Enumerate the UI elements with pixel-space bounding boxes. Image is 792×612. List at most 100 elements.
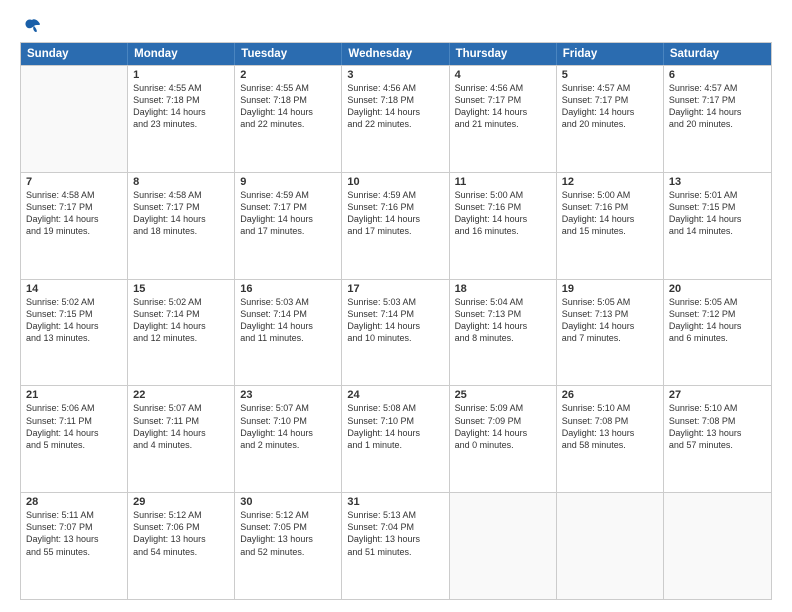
calendar-cell: 10Sunrise: 4:59 AM Sunset: 7:16 PM Dayli… <box>342 173 449 279</box>
weekday-header: Monday <box>128 43 235 65</box>
calendar-row: 14Sunrise: 5:02 AM Sunset: 7:15 PM Dayli… <box>21 279 771 386</box>
calendar-body: 1Sunrise: 4:55 AM Sunset: 7:18 PM Daylig… <box>21 65 771 599</box>
day-number: 20 <box>669 283 766 295</box>
cell-info: Sunrise: 5:02 AM Sunset: 7:15 PM Dayligh… <box>26 296 122 345</box>
calendar-row: 1Sunrise: 4:55 AM Sunset: 7:18 PM Daylig… <box>21 65 771 172</box>
day-number: 16 <box>240 283 336 295</box>
cell-info: Sunrise: 5:03 AM Sunset: 7:14 PM Dayligh… <box>240 296 336 345</box>
calendar: SundayMondayTuesdayWednesdayThursdayFrid… <box>20 42 772 600</box>
cell-info: Sunrise: 5:07 AM Sunset: 7:10 PM Dayligh… <box>240 402 336 451</box>
cell-info: Sunrise: 4:58 AM Sunset: 7:17 PM Dayligh… <box>133 189 229 238</box>
cell-info: Sunrise: 4:55 AM Sunset: 7:18 PM Dayligh… <box>240 82 336 131</box>
calendar-cell <box>21 66 128 172</box>
day-number: 21 <box>26 389 122 401</box>
weekday-header: Saturday <box>664 43 771 65</box>
calendar-cell: 18Sunrise: 5:04 AM Sunset: 7:13 PM Dayli… <box>450 280 557 386</box>
day-number: 15 <box>133 283 229 295</box>
cell-info: Sunrise: 4:56 AM Sunset: 7:18 PM Dayligh… <box>347 82 443 131</box>
day-number: 2 <box>240 69 336 81</box>
calendar-cell: 3Sunrise: 4:56 AM Sunset: 7:18 PM Daylig… <box>342 66 449 172</box>
day-number: 25 <box>455 389 551 401</box>
day-number: 10 <box>347 176 443 188</box>
cell-info: Sunrise: 5:13 AM Sunset: 7:04 PM Dayligh… <box>347 509 443 558</box>
cell-info: Sunrise: 5:00 AM Sunset: 7:16 PM Dayligh… <box>455 189 551 238</box>
day-number: 3 <box>347 69 443 81</box>
cell-info: Sunrise: 4:57 AM Sunset: 7:17 PM Dayligh… <box>562 82 658 131</box>
weekday-header: Sunday <box>21 43 128 65</box>
cell-info: Sunrise: 5:05 AM Sunset: 7:12 PM Dayligh… <box>669 296 766 345</box>
day-number: 26 <box>562 389 658 401</box>
cell-info: Sunrise: 4:59 AM Sunset: 7:17 PM Dayligh… <box>240 189 336 238</box>
calendar-cell: 9Sunrise: 4:59 AM Sunset: 7:17 PM Daylig… <box>235 173 342 279</box>
cell-info: Sunrise: 4:56 AM Sunset: 7:17 PM Dayligh… <box>455 82 551 131</box>
cell-info: Sunrise: 5:03 AM Sunset: 7:14 PM Dayligh… <box>347 296 443 345</box>
calendar-cell <box>664 493 771 599</box>
weekday-header: Thursday <box>450 43 557 65</box>
calendar-cell: 5Sunrise: 4:57 AM Sunset: 7:17 PM Daylig… <box>557 66 664 172</box>
calendar-cell: 17Sunrise: 5:03 AM Sunset: 7:14 PM Dayli… <box>342 280 449 386</box>
day-number: 22 <box>133 389 229 401</box>
calendar-cell: 22Sunrise: 5:07 AM Sunset: 7:11 PM Dayli… <box>128 386 235 492</box>
cell-info: Sunrise: 4:58 AM Sunset: 7:17 PM Dayligh… <box>26 189 122 238</box>
day-number: 5 <box>562 69 658 81</box>
logo-bird-icon <box>22 18 42 34</box>
cell-info: Sunrise: 5:12 AM Sunset: 7:05 PM Dayligh… <box>240 509 336 558</box>
header <box>20 18 772 34</box>
cell-info: Sunrise: 5:06 AM Sunset: 7:11 PM Dayligh… <box>26 402 122 451</box>
calendar-cell: 15Sunrise: 5:02 AM Sunset: 7:14 PM Dayli… <box>128 280 235 386</box>
calendar-cell: 13Sunrise: 5:01 AM Sunset: 7:15 PM Dayli… <box>664 173 771 279</box>
calendar-cell: 6Sunrise: 4:57 AM Sunset: 7:17 PM Daylig… <box>664 66 771 172</box>
calendar-cell: 11Sunrise: 5:00 AM Sunset: 7:16 PM Dayli… <box>450 173 557 279</box>
calendar-cell: 16Sunrise: 5:03 AM Sunset: 7:14 PM Dayli… <box>235 280 342 386</box>
calendar-row: 7Sunrise: 4:58 AM Sunset: 7:17 PM Daylig… <box>21 172 771 279</box>
calendar-cell: 27Sunrise: 5:10 AM Sunset: 7:08 PM Dayli… <box>664 386 771 492</box>
day-number: 29 <box>133 496 229 508</box>
cell-info: Sunrise: 5:02 AM Sunset: 7:14 PM Dayligh… <box>133 296 229 345</box>
calendar-cell: 29Sunrise: 5:12 AM Sunset: 7:06 PM Dayli… <box>128 493 235 599</box>
day-number: 17 <box>347 283 443 295</box>
calendar-header: SundayMondayTuesdayWednesdayThursdayFrid… <box>21 43 771 65</box>
calendar-cell <box>557 493 664 599</box>
calendar-cell: 31Sunrise: 5:13 AM Sunset: 7:04 PM Dayli… <box>342 493 449 599</box>
cell-info: Sunrise: 5:10 AM Sunset: 7:08 PM Dayligh… <box>562 402 658 451</box>
cell-info: Sunrise: 5:07 AM Sunset: 7:11 PM Dayligh… <box>133 402 229 451</box>
day-number: 9 <box>240 176 336 188</box>
calendar-cell: 25Sunrise: 5:09 AM Sunset: 7:09 PM Dayli… <box>450 386 557 492</box>
calendar-cell: 26Sunrise: 5:10 AM Sunset: 7:08 PM Dayli… <box>557 386 664 492</box>
day-number: 23 <box>240 389 336 401</box>
calendar-cell: 8Sunrise: 4:58 AM Sunset: 7:17 PM Daylig… <box>128 173 235 279</box>
day-number: 6 <box>669 69 766 81</box>
logo <box>20 18 42 34</box>
day-number: 13 <box>669 176 766 188</box>
day-number: 30 <box>240 496 336 508</box>
cell-info: Sunrise: 5:05 AM Sunset: 7:13 PM Dayligh… <box>562 296 658 345</box>
calendar-cell: 23Sunrise: 5:07 AM Sunset: 7:10 PM Dayli… <box>235 386 342 492</box>
cell-info: Sunrise: 5:01 AM Sunset: 7:15 PM Dayligh… <box>669 189 766 238</box>
day-number: 24 <box>347 389 443 401</box>
cell-info: Sunrise: 5:11 AM Sunset: 7:07 PM Dayligh… <box>26 509 122 558</box>
cell-info: Sunrise: 4:55 AM Sunset: 7:18 PM Dayligh… <box>133 82 229 131</box>
cell-info: Sunrise: 5:10 AM Sunset: 7:08 PM Dayligh… <box>669 402 766 451</box>
calendar-cell: 24Sunrise: 5:08 AM Sunset: 7:10 PM Dayli… <box>342 386 449 492</box>
day-number: 7 <box>26 176 122 188</box>
cell-info: Sunrise: 5:00 AM Sunset: 7:16 PM Dayligh… <box>562 189 658 238</box>
calendar-cell: 19Sunrise: 5:05 AM Sunset: 7:13 PM Dayli… <box>557 280 664 386</box>
weekday-header: Friday <box>557 43 664 65</box>
calendar-cell: 12Sunrise: 5:00 AM Sunset: 7:16 PM Dayli… <box>557 173 664 279</box>
calendar-cell: 2Sunrise: 4:55 AM Sunset: 7:18 PM Daylig… <box>235 66 342 172</box>
calendar-cell <box>450 493 557 599</box>
calendar-cell: 28Sunrise: 5:11 AM Sunset: 7:07 PM Dayli… <box>21 493 128 599</box>
calendar-cell: 1Sunrise: 4:55 AM Sunset: 7:18 PM Daylig… <box>128 66 235 172</box>
cell-info: Sunrise: 4:59 AM Sunset: 7:16 PM Dayligh… <box>347 189 443 238</box>
calendar-cell: 7Sunrise: 4:58 AM Sunset: 7:17 PM Daylig… <box>21 173 128 279</box>
weekday-header: Tuesday <box>235 43 342 65</box>
cell-info: Sunrise: 5:04 AM Sunset: 7:13 PM Dayligh… <box>455 296 551 345</box>
day-number: 8 <box>133 176 229 188</box>
day-number: 12 <box>562 176 658 188</box>
day-number: 14 <box>26 283 122 295</box>
calendar-row: 21Sunrise: 5:06 AM Sunset: 7:11 PM Dayli… <box>21 385 771 492</box>
day-number: 1 <box>133 69 229 81</box>
calendar-cell: 21Sunrise: 5:06 AM Sunset: 7:11 PM Dayli… <box>21 386 128 492</box>
weekday-header: Wednesday <box>342 43 449 65</box>
calendar-row: 28Sunrise: 5:11 AM Sunset: 7:07 PM Dayli… <box>21 492 771 599</box>
